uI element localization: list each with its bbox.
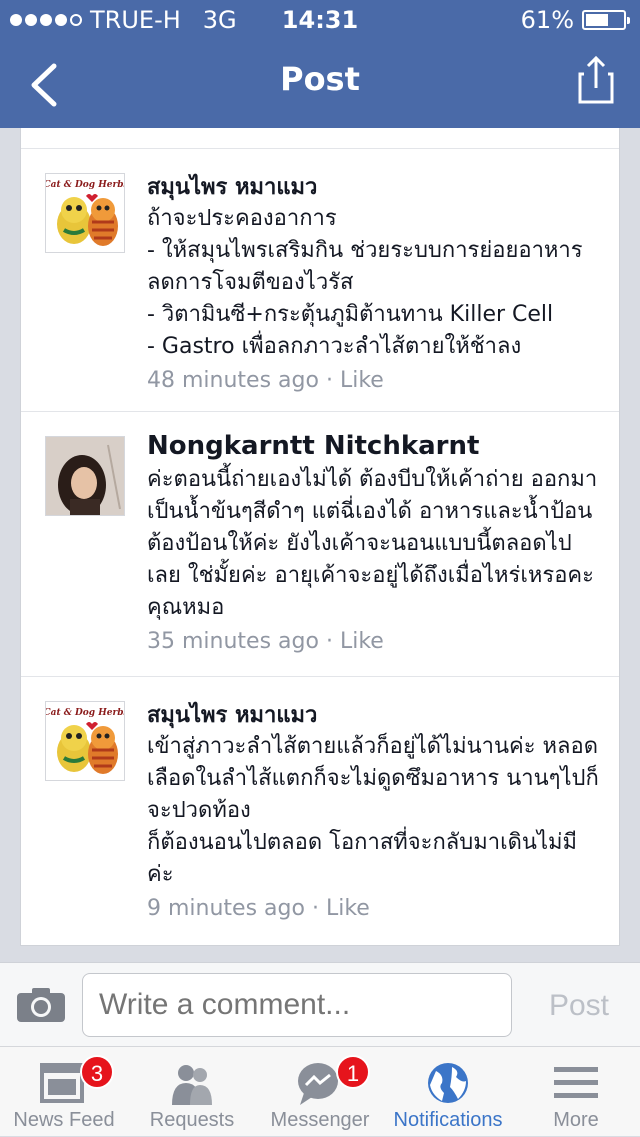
comment-time: 48 minutes ago: [147, 368, 319, 393]
battery-icon: [582, 10, 630, 30]
post-button[interactable]: Post: [534, 981, 624, 1031]
share-icon[interactable]: [578, 56, 614, 106]
comment-meta: 9 minutes ago · Like: [147, 896, 370, 921]
tab-label: Messenger: [270, 1109, 370, 1131]
comment-composer: Post: [0, 962, 640, 1046]
globe-icon: [428, 1063, 468, 1103]
comment-time: 9 minutes ago: [147, 896, 305, 921]
comment-meta: 48 minutes ago · Like: [147, 368, 384, 393]
tab-label: More: [553, 1109, 599, 1131]
like-link[interactable]: Like: [326, 896, 370, 921]
tab-more[interactable]: More: [512, 1047, 640, 1137]
tab-label: Requests: [149, 1109, 235, 1131]
comment-author[interactable]: Nongkarntt Nitchkarnt: [147, 428, 603, 464]
tab-news-feed[interactable]: 3 News Feed: [0, 1047, 128, 1137]
avatar[interactable]: [45, 436, 125, 516]
cat-dog-herbs-logo-icon: Cat & Dog Herbs: [46, 174, 125, 252]
comments-list: Cat & Dog Herbs สมุนไพร หมาแมว ถ้าจะประค…: [20, 128, 620, 946]
messenger-badge: 1: [336, 1055, 370, 1089]
tab-requests[interactable]: Requests: [128, 1047, 256, 1137]
tab-label: Notifications: [393, 1109, 503, 1131]
comment-author[interactable]: สมุนไพร หมาแมว: [147, 173, 603, 203]
comment-item: Nongkarntt Nitchkarnt ค่ะตอนนี้ถ่ายเองไม…: [21, 412, 619, 677]
battery-percent: 61%: [520, 6, 574, 34]
like-link[interactable]: Like: [340, 368, 384, 393]
status-right: 61%: [520, 0, 630, 40]
comment-text: ค่ะตอนนี้ถ่ายเองไม่ได้ ต้องบีบให้เค้าถ่า…: [147, 467, 598, 620]
comment-text: เข้าสู่ภาวะลำไส้ตายแล้วก็อยู่ได้ไม่นานค่…: [147, 734, 599, 887]
comment-text: ถ้าจะประคองอาการ - ให้สมุนไพรเสริมกิน ช่…: [147, 206, 583, 359]
comment-item: Cat & Dog Herbs สมุนไพร หมาแมว เข้าสู่ภา…: [21, 677, 619, 945]
tab-messenger[interactable]: 1 Messenger: [256, 1047, 384, 1137]
navigation-header: TRUE-H 3G 14:31 61% Post: [0, 0, 640, 128]
comment-input[interactable]: [82, 973, 512, 1037]
comment-author[interactable]: สมุนไพร หมาแมว: [147, 701, 603, 731]
comment-time: 35 minutes ago: [147, 629, 319, 654]
more-icon: [554, 1067, 598, 1098]
status-bar: TRUE-H 3G 14:31 61%: [0, 0, 640, 40]
comment-item: Cat & Dog Herbs สมุนไพร หมาแมว ถ้าจะประค…: [21, 149, 619, 412]
camera-icon[interactable]: [16, 987, 66, 1023]
svg-text:Cat & Dog Herbs: Cat & Dog Herbs: [46, 708, 125, 718]
profile-photo-icon: [46, 437, 124, 515]
avatar[interactable]: Cat & Dog Herbs: [45, 701, 125, 781]
avatar[interactable]: Cat & Dog Herbs: [45, 173, 125, 253]
page-title: Post: [280, 60, 360, 98]
comment-meta: 35 minutes ago · Like: [147, 629, 384, 654]
tab-bar: 3 News Feed Requests 1 Messenger Notific…: [0, 1046, 640, 1136]
news-feed-badge: 3: [80, 1055, 114, 1089]
cat-dog-herbs-logo-icon: Cat & Dog Herbs: [46, 702, 125, 780]
like-link[interactable]: Like: [340, 629, 384, 654]
tab-notifications[interactable]: Notifications: [384, 1047, 512, 1137]
tab-label: News Feed: [13, 1109, 115, 1131]
svg-text:Cat & Dog Herbs: Cat & Dog Herbs: [46, 180, 125, 190]
requests-icon: [172, 1065, 212, 1105]
